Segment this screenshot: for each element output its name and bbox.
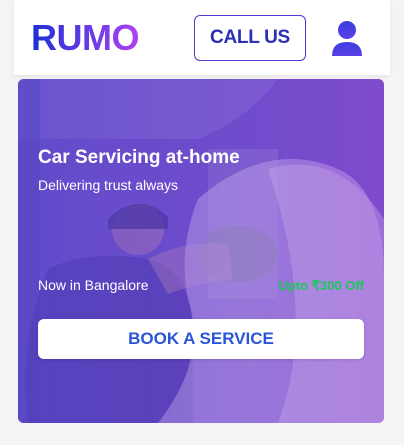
hero-subtitle: Delivering trust always	[38, 177, 179, 193]
offer-text: Upto ₹300 Off	[278, 278, 364, 293]
user-icon[interactable]	[330, 20, 364, 58]
page: RUMO CALL US Car Servicing at-home Deliv…	[0, 0, 404, 445]
call-us-button[interactable]: CALL US	[194, 15, 306, 61]
brand-logo[interactable]: RUMO	[31, 16, 140, 60]
hero-overlay	[18, 79, 384, 423]
book-service-button[interactable]: BOOK A SERVICE	[38, 319, 364, 359]
hero-title: Car Servicing at-home	[38, 147, 240, 168]
location-text: Now in Bangalore	[38, 277, 149, 293]
hero-banner: Car Servicing at-home Delivering trust a…	[18, 79, 384, 423]
top-header: RUMO CALL US	[14, 0, 390, 75]
